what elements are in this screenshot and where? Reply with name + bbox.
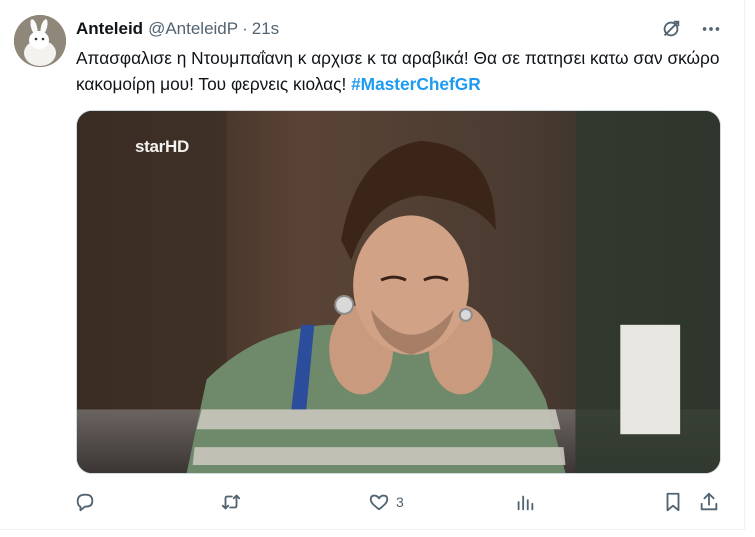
views-button[interactable] [514,488,542,516]
like-button[interactable]: 3 [368,488,404,516]
tweet-header: Anteleid @AnteleidP · 21s [76,18,279,40]
grok-button[interactable] [658,16,684,42]
display-name[interactable]: Anteleid [76,19,143,39]
media-image [77,111,720,473]
views-icon [517,495,534,511]
bookmark-button[interactable] [662,488,684,516]
avatar[interactable] [14,15,66,67]
user-handle[interactable]: @AnteleidP [148,19,238,39]
avatar-image [14,15,66,67]
retweet-icon [221,494,241,510]
action-bar: 3 [74,488,724,516]
tweet-card[interactable]: Anteleid @AnteleidP · 21s Απασφαλισε η Ν… [0,0,745,530]
bookmark-icon [666,492,680,512]
hashtag-link[interactable]: #MasterChefGR [351,74,481,94]
more-button[interactable] [698,16,724,42]
retweet-button[interactable] [220,488,248,516]
share-button[interactable] [698,488,720,516]
top-actions [658,16,724,42]
separator-dot: · [242,19,248,38]
tweet-media[interactable]: starHD [76,110,721,474]
more-icon [702,27,720,31]
media-watermark: starHD [135,137,189,156]
share-icon [700,492,718,511]
like-count: 3 [396,494,404,510]
timestamp[interactable]: 21s [252,19,279,39]
grok-icon [663,20,680,37]
reply-icon [76,493,94,512]
reply-button[interactable] [74,488,102,516]
like-icon [369,494,389,511]
tweet-text: Απασφαλισε η Ντουμπαΐανη κ αρχισε κ τα α… [76,45,726,97]
